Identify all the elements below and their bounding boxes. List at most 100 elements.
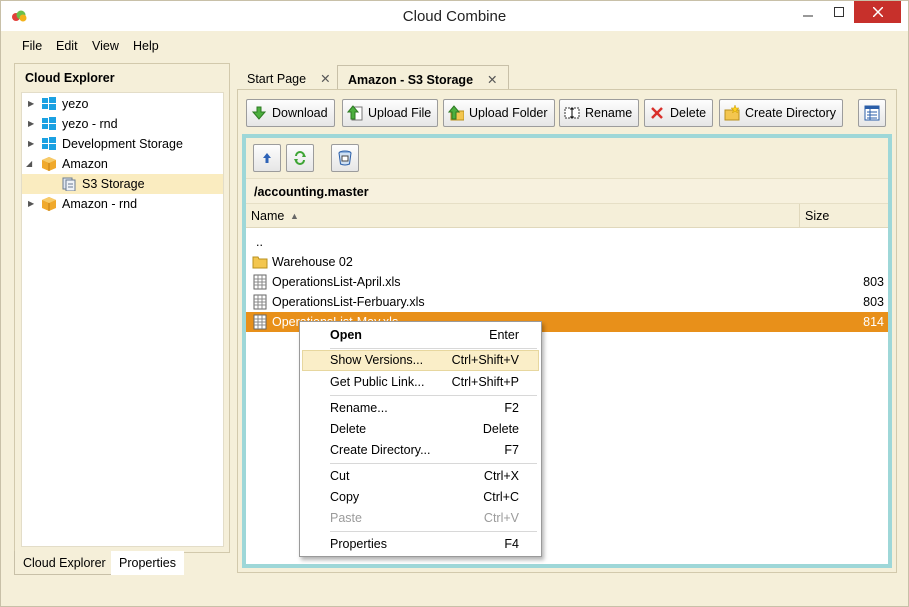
upload-file-label: Upload File <box>368 106 432 120</box>
file-size: 814 <box>863 315 884 329</box>
spreadsheet-icon <box>253 294 267 310</box>
tree-item-development-storage[interactable]: ▶ Development Storage <box>22 134 223 154</box>
download-button[interactable]: Download <box>246 99 335 127</box>
tab-start-page[interactable]: Start Page ✕ <box>237 65 341 91</box>
refresh-icon <box>294 151 306 165</box>
menu-item-get-public-link[interactable]: Get Public Link... Ctrl+Shift+P <box>302 372 539 393</box>
tree-item-amazon-rnd[interactable]: ▶ Amazon - rnd <box>22 194 223 214</box>
menu-item-properties[interactable]: Properties F4 <box>302 534 539 555</box>
menu-item-shortcut: Ctrl+X <box>483 469 519 483</box>
tree-item-yezo-rnd[interactable]: ▶ yezo - rnd <box>22 114 223 134</box>
tab-label: Amazon - S3 Storage <box>348 73 474 87</box>
tree-item-s3-storage[interactable]: S3 Storage <box>22 174 223 194</box>
menu-item-label: Get Public Link... <box>330 375 425 389</box>
menu-bar: File Edit View Help <box>1 31 908 61</box>
close-button[interactable] <box>854 1 901 23</box>
menu-item-open[interactable]: Open Enter <box>302 325 539 346</box>
menu-item-shortcut: Ctrl+C <box>483 490 519 504</box>
file-row[interactable]: Warehouse 02 <box>246 252 888 272</box>
tab-cloud-explorer[interactable]: Cloud Explorer <box>14 551 115 575</box>
menu-item-shortcut: Ctrl+Shift+V <box>451 353 519 367</box>
menu-help[interactable]: Help <box>133 39 159 53</box>
menu-view[interactable]: View <box>92 39 119 53</box>
title-bar: Cloud Combine <box>1 1 908 31</box>
refresh-button[interactable] <box>286 144 314 172</box>
delete-button[interactable]: Delete <box>644 99 714 127</box>
path-bar: /accounting.master <box>246 178 888 204</box>
menu-item-paste: Paste Ctrl+V <box>302 508 539 529</box>
up-arrow-icon <box>263 153 271 163</box>
spreadsheet-icon <box>253 314 267 330</box>
minimize-button[interactable] <box>793 1 823 23</box>
column-name-header[interactable]: Name <box>251 209 284 223</box>
upload-file-button[interactable]: Upload File <box>342 99 439 127</box>
menu-separator <box>330 531 537 532</box>
file-name: OperationsList-April.xls <box>272 275 401 289</box>
menu-item-label: Cut <box>330 469 350 483</box>
expand-arrow-icon[interactable]: ▶ <box>28 199 36 209</box>
column-header: Name ▲ Size <box>246 204 888 228</box>
tree-item-label: yezo <box>62 97 89 111</box>
file-row-parent[interactable]: .. <box>246 232 888 252</box>
menu-item-shortcut: Delete <box>482 422 519 436</box>
amazon-box-icon <box>42 157 56 171</box>
menu-item-copy[interactable]: Copy Ctrl+C <box>302 487 539 508</box>
delete-label: Delete <box>670 106 707 120</box>
bucket-settings-button[interactable] <box>331 144 359 172</box>
menu-item-create-directory[interactable]: Create Directory... F7 <box>302 440 539 461</box>
menu-item-shortcut: F2 <box>504 401 519 415</box>
column-size-header[interactable]: Size <box>799 204 888 228</box>
download-icon <box>251 106 267 120</box>
new-folder-icon <box>724 105 740 121</box>
sort-ascending-icon: ▲ <box>290 211 299 221</box>
menu-item-shortcut: F4 <box>504 537 519 551</box>
menu-item-cut[interactable]: Cut Ctrl+X <box>302 466 539 487</box>
view-mode-button[interactable] <box>858 99 886 127</box>
spreadsheet-icon <box>253 274 267 290</box>
upload-file-icon <box>347 105 363 121</box>
menu-item-delete[interactable]: Delete Delete <box>302 419 539 440</box>
context-menu: Open Enter Show Versions... Ctrl+Shift+V… <box>299 321 542 557</box>
maximize-icon <box>834 7 844 17</box>
menu-item-shortcut: Ctrl+V <box>483 511 519 525</box>
windows-azure-icon <box>42 117 56 130</box>
tab-close-icon[interactable]: ✕ <box>487 73 497 87</box>
menu-separator <box>330 395 537 396</box>
upload-folder-icon <box>448 105 464 121</box>
collapse-arrow-icon[interactable]: ◢ <box>26 159 34 169</box>
expand-arrow-icon[interactable]: ▶ <box>28 119 36 129</box>
file-name: Warehouse 02 <box>272 255 353 269</box>
menu-item-label: Create Directory... <box>330 443 431 457</box>
menu-item-show-versions[interactable]: Show Versions... Ctrl+Shift+V <box>302 350 539 371</box>
maximize-button[interactable] <box>824 1 854 23</box>
menu-file[interactable]: File <box>22 39 42 53</box>
upload-folder-button[interactable]: Upload Folder <box>443 99 555 127</box>
menu-item-label: Delete <box>330 422 367 436</box>
tree-item-yezo[interactable]: ▶ yezo <box>22 94 223 114</box>
tree-item-label: Amazon <box>62 157 108 171</box>
rename-button[interactable]: Rename <box>559 99 640 127</box>
navigation-toolbar <box>246 138 888 178</box>
menu-item-shortcut: F7 <box>504 443 519 457</box>
menu-separator <box>330 463 537 464</box>
window-title: Cloud Combine <box>402 8 507 25</box>
windows-azure-icon <box>42 137 56 150</box>
tab-properties[interactable]: Properties <box>111 551 184 575</box>
file-row[interactable]: OperationsList-April.xls 803 <box>246 272 888 292</box>
create-directory-button[interactable]: Create Directory <box>719 99 843 127</box>
menu-edit[interactable]: Edit <box>56 39 78 53</box>
menu-item-rename[interactable]: Rename... F2 <box>302 398 539 419</box>
details-view-icon <box>864 105 880 121</box>
expand-arrow-icon[interactable]: ▶ <box>28 99 36 109</box>
go-up-button[interactable] <box>253 144 281 172</box>
minimize-icon <box>803 15 813 17</box>
tree-item-label: S3 Storage <box>82 177 145 191</box>
file-row[interactable]: OperationsList-Ferbuary.xls 803 <box>246 292 888 312</box>
document-tabs: Start Page ✕ Amazon - S3 Storage ✕ <box>237 63 897 91</box>
tab-amazon-s3-storage[interactable]: Amazon - S3 Storage ✕ <box>337 65 509 91</box>
cloud-explorer-panel: Cloud Explorer ▶ yezo ▶ yezo - rnd ▶ Dev… <box>14 63 230 553</box>
expand-arrow-icon[interactable]: ▶ <box>28 139 36 149</box>
amazon-box-icon <box>42 197 56 211</box>
tab-close-icon[interactable]: ✕ <box>320 72 330 86</box>
tree-item-amazon[interactable]: ◢ Amazon <box>22 154 223 174</box>
